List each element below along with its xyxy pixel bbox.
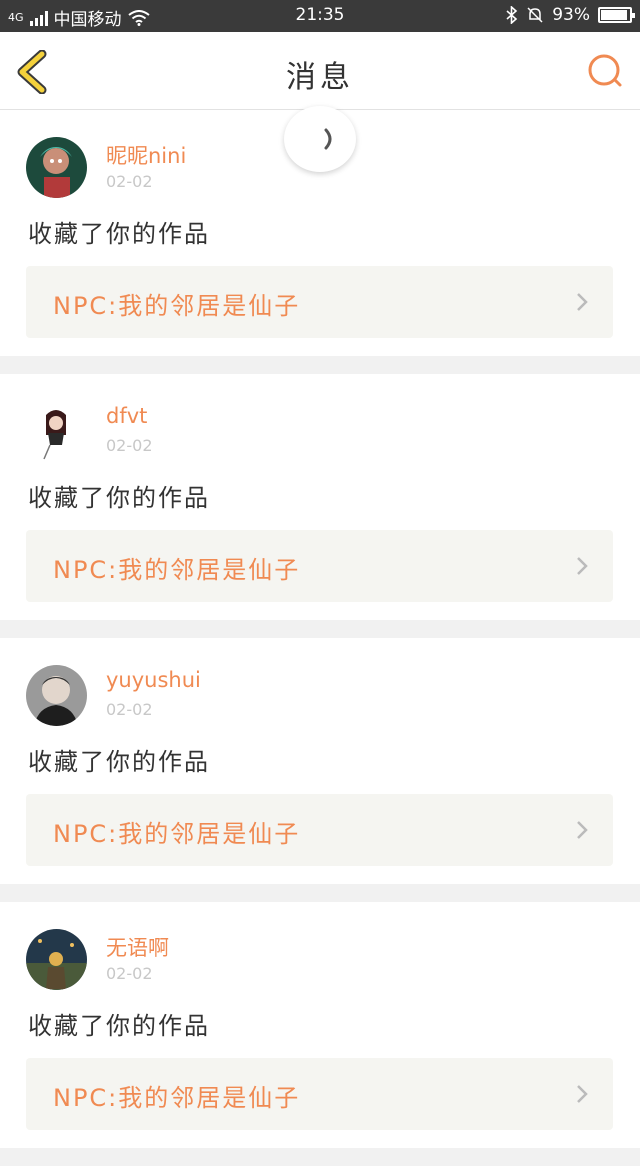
work-link[interactable]: NPC:我的邻居是仙子 xyxy=(26,530,613,602)
message-date: 02-02 xyxy=(106,436,153,455)
message-list: 昵昵nini 02-02 收藏了你的作品 NPC:我的邻居是仙子 dfvt 02… xyxy=(0,110,640,1166)
user-name[interactable]: 无语啊 xyxy=(106,932,169,962)
message-date: 02-02 xyxy=(106,964,153,983)
work-title: NPC:我的邻居是仙子 xyxy=(53,556,301,584)
action-text: 收藏了你的作品 xyxy=(28,220,210,248)
chevron-right-icon xyxy=(577,1085,588,1103)
chevron-right-icon xyxy=(577,557,588,575)
avatar[interactable] xyxy=(26,401,87,462)
message-card: dfvt 02-02 收藏了你的作品 NPC:我的邻居是仙子 xyxy=(0,374,640,620)
avatar[interactable] xyxy=(26,665,87,726)
spinner-icon xyxy=(324,128,332,150)
avatar[interactable] xyxy=(26,137,87,198)
message-card: yuyushui 02-02 收藏了你的作品 NPC:我的邻居是仙子 xyxy=(0,638,640,884)
battery-percent: 93% xyxy=(552,5,590,25)
work-title: NPC:我的邻居是仙子 xyxy=(53,292,301,320)
work-link[interactable]: NPC:我的邻居是仙子 xyxy=(26,1058,613,1130)
page-title: 消息 xyxy=(286,60,354,95)
user-name[interactable]: 昵昵nini xyxy=(106,140,186,170)
action-text: 收藏了你的作品 xyxy=(28,748,210,776)
work-link[interactable]: NPC:我的邻居是仙子 xyxy=(26,266,613,338)
battery-icon xyxy=(598,7,635,23)
work-link[interactable]: NPC:我的邻居是仙子 xyxy=(26,794,613,866)
status-bar: 4G 中国移动 21:35 93% xyxy=(0,0,640,32)
message-card: 无语啊 02-02 收藏了你的作品 NPC:我的邻居是仙子 xyxy=(0,902,640,1148)
battery-fill xyxy=(601,10,627,20)
nav-bar: 消息 xyxy=(0,32,640,110)
work-title: NPC:我的邻居是仙子 xyxy=(53,1084,301,1112)
action-text: 收藏了你的作品 xyxy=(28,484,210,512)
search-icon xyxy=(588,54,622,87)
message-date: 02-02 xyxy=(106,172,153,191)
message-date: 02-02 xyxy=(106,700,153,719)
user-name[interactable]: yuyushui xyxy=(106,668,201,692)
mute-icon xyxy=(527,7,543,23)
search-button[interactable] xyxy=(586,52,626,92)
user-name[interactable]: dfvt xyxy=(106,404,147,428)
refresh-spinner xyxy=(284,106,356,172)
chevron-right-icon xyxy=(577,293,588,311)
work-title: NPC:我的邻居是仙子 xyxy=(53,820,301,848)
action-text: 收藏了你的作品 xyxy=(28,1012,210,1040)
chevron-right-icon xyxy=(577,821,588,839)
status-right: 93% xyxy=(506,5,635,25)
avatar[interactable] xyxy=(26,929,87,990)
bluetooth-icon xyxy=(506,6,518,24)
